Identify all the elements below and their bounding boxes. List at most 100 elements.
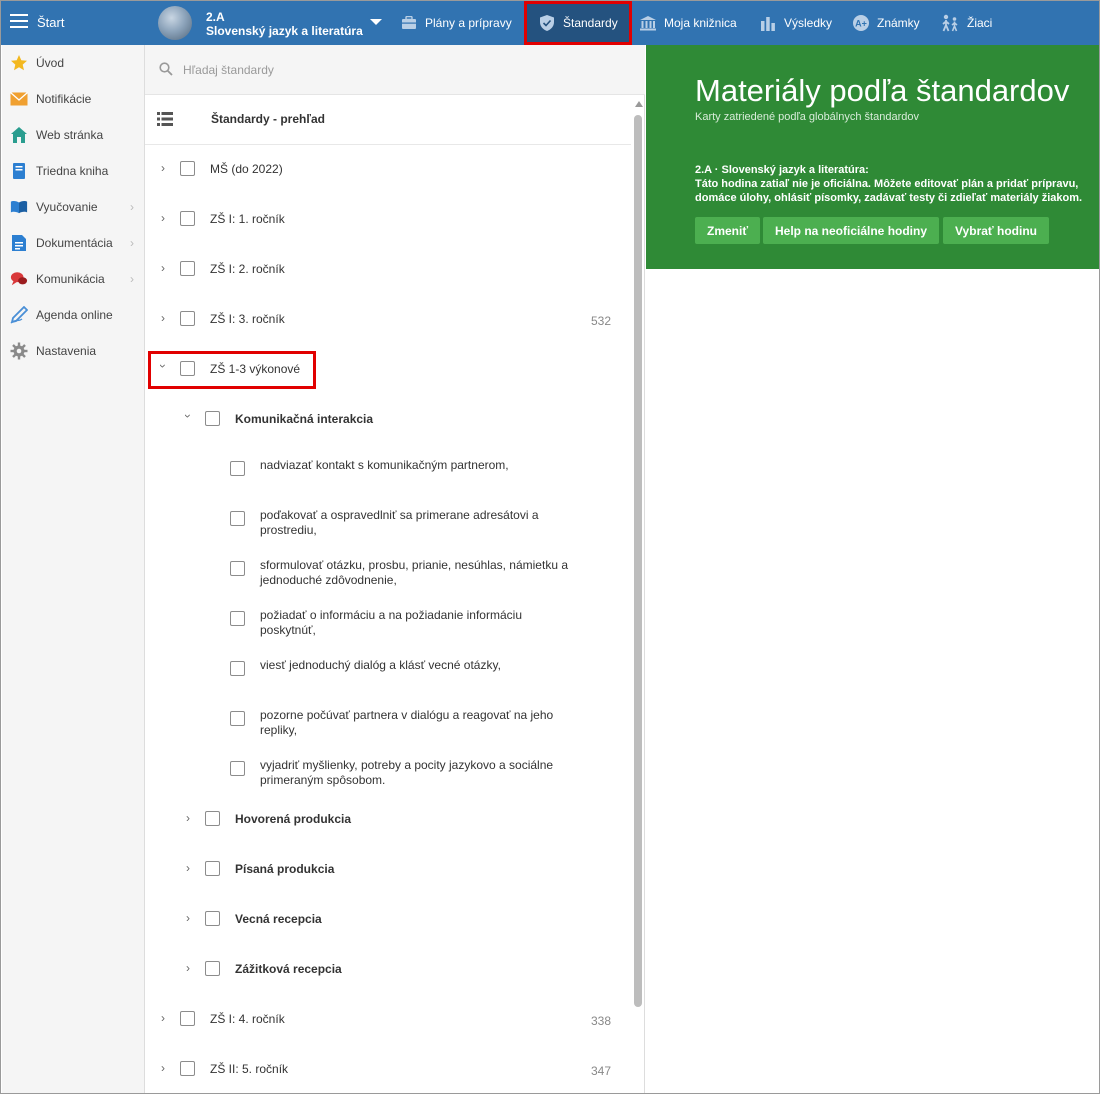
chevron-right-icon: ›: [130, 236, 134, 250]
chevron-right-icon[interactable]: ›: [158, 161, 168, 175]
sidebar-item-notifications[interactable]: Notifikácie: [2, 84, 145, 114]
overview-label: Štandardy - prehľad: [211, 112, 325, 126]
tree-leaf-item[interactable]: vyjadriť myšlienky, potreby a pocity jaz…: [145, 749, 631, 795]
highlight-frame: [148, 351, 316, 389]
sidebar-item-label: Vyučovanie: [36, 200, 98, 214]
tree-checkbox[interactable]: [230, 611, 245, 626]
tree-checkbox[interactable]: [205, 861, 220, 876]
item-count: 532: [591, 314, 612, 328]
sidebar-item-settings[interactable]: Nastavenia: [2, 336, 145, 366]
tree-checkbox[interactable]: [180, 261, 195, 276]
start-link[interactable]: Štart: [37, 15, 64, 30]
tree-leaf-item[interactable]: nadviazať kontakt s komunikačným partner…: [145, 449, 631, 495]
tree-item-zs2-5[interactable]: › ZŠ II: 5. ročník 347: [145, 1053, 631, 1087]
nav-grades[interactable]: A+ Známky: [852, 1, 920, 45]
nav-students[interactable]: Žiaci: [940, 1, 992, 45]
sidebar-item-documentation[interactable]: Dokumentácia ›: [2, 228, 145, 258]
tree-checkbox[interactable]: [230, 661, 245, 676]
scrollbar[interactable]: [632, 95, 644, 1093]
nav-library[interactable]: Moja knižnica: [639, 1, 737, 45]
tree-checkbox[interactable]: [230, 511, 245, 526]
chevron-right-icon[interactable]: ›: [183, 911, 193, 925]
search-input[interactable]: [183, 59, 583, 81]
tree-item-label: ZŠ I: 1. ročník: [210, 212, 285, 226]
nav-plans[interactable]: Plány a prípravy: [400, 1, 512, 45]
tree-item-zs1-2[interactable]: › ZŠ I: 2. ročník: [145, 253, 631, 287]
sidebar-item-communication[interactable]: Komunikácia ›: [2, 264, 145, 294]
tree-item-zs1-3[interactable]: › ZŠ I: 3. ročník 532: [145, 303, 631, 337]
tree-item-zs1-1[interactable]: › ZŠ I: 1. ročník: [145, 203, 631, 237]
envelope-icon: [10, 90, 28, 108]
chevron-right-icon[interactable]: ›: [158, 261, 168, 275]
standards-overview-row[interactable]: Štandardy - prehľad: [145, 95, 631, 145]
home-icon: [10, 126, 28, 144]
tree-item-label: MŠ (do 2022): [210, 162, 283, 176]
tree-checkbox[interactable]: [230, 761, 245, 776]
tree-checkbox[interactable]: [205, 811, 220, 826]
book-icon: [10, 162, 28, 180]
tree-item-written-production[interactable]: › Písaná produkcia: [145, 853, 631, 887]
tree-item-factual-reception[interactable]: › Vecná recepcia: [145, 903, 631, 937]
top-navigation-bar: Štart 2.A Slovenský jazyk a literatúra P…: [1, 1, 1099, 45]
sidebar-item-website[interactable]: Web stránka: [2, 120, 145, 150]
sidebar-item-intro[interactable]: Úvod: [2, 48, 145, 78]
scrollbar-thumb[interactable]: [634, 115, 642, 1007]
tree-checkbox[interactable]: [180, 311, 195, 326]
chevron-right-icon[interactable]: ›: [183, 961, 193, 975]
tree-checkbox[interactable]: [180, 161, 195, 176]
tree-checkbox[interactable]: [205, 961, 220, 976]
chevron-down-icon[interactable]: [370, 19, 382, 25]
tree-item-spoken-production[interactable]: › Hovorená produkcia: [145, 803, 631, 837]
tree-item-communication-interaction[interactable]: › Komunikačná interakcia: [145, 403, 631, 437]
class-name[interactable]: 2.A: [206, 11, 225, 24]
tree-checkbox[interactable]: [180, 211, 195, 226]
select-lesson-button[interactable]: Vybrať hodinu: [943, 217, 1049, 244]
tree-item-label: ZŠ I: 2. ročník: [210, 262, 285, 276]
nav-results-label: Výsledky: [784, 16, 833, 30]
chevron-right-icon[interactable]: ›: [158, 1061, 168, 1075]
nav-standards[interactable]: Štandardy: [524, 1, 632, 45]
change-button[interactable]: Zmeniť: [695, 217, 761, 244]
tree-checkbox[interactable]: [180, 1061, 195, 1076]
tree-leaf-item[interactable]: viesť jednoduchý dialóg a klásť vecné ot…: [145, 649, 631, 695]
tree-checkbox[interactable]: [230, 561, 245, 576]
chevron-right-icon[interactable]: ›: [158, 311, 168, 325]
sidebar-item-class-book[interactable]: Triedna kniha: [2, 156, 145, 186]
nav-library-label: Moja knižnica: [664, 16, 737, 30]
chevron-down-icon[interactable]: ›: [181, 411, 195, 421]
tree-checkbox[interactable]: [230, 461, 245, 476]
chevron-right-icon: ›: [130, 200, 134, 214]
tree-checkbox[interactable]: [205, 411, 220, 426]
tree-leaf-item[interactable]: pozorne počúvať partnera v dialógu a rea…: [145, 699, 631, 745]
tree-item-label: nadviazať kontakt s komunikačným partner…: [260, 458, 509, 472]
tree-item-experiential-reception[interactable]: › Zážitková recepcia: [145, 953, 631, 987]
sidebar-item-label: Web stránka: [36, 128, 104, 142]
sidebar-item-label: Notifikácie: [36, 92, 92, 106]
tree-checkbox[interactable]: [205, 911, 220, 926]
nav-results[interactable]: Výsledky: [759, 1, 832, 45]
tree-item-label: požiadať o informáciu a na požiadanie in…: [260, 608, 522, 637]
sidebar-item-label: Dokumentácia: [36, 236, 113, 250]
help-unofficial-button[interactable]: Help na neoficiálne hodiny: [763, 217, 940, 244]
bar-chart-icon: [759, 14, 777, 32]
scroll-up-icon[interactable]: [635, 101, 643, 107]
tree-leaf-item[interactable]: požiadať o informáciu a na požiadanie in…: [145, 599, 631, 645]
sidebar-item-agenda-online[interactable]: Agenda online: [2, 300, 145, 330]
menu-icon[interactable]: [10, 14, 28, 30]
class-subject[interactable]: Slovenský jazyk a literatúra: [206, 25, 363, 38]
briefcase-icon: [400, 14, 418, 32]
tree-item-ms[interactable]: › MŠ (do 2022): [145, 153, 631, 187]
tree-leaf-item[interactable]: sformulovať otázku, prosbu, prianie, nes…: [145, 549, 631, 595]
chevron-right-icon[interactable]: ›: [183, 811, 193, 825]
class-avatar[interactable]: [158, 6, 192, 40]
tree-checkbox[interactable]: [230, 711, 245, 726]
sidebar-item-teaching[interactable]: Vyučovanie ›: [2, 192, 145, 222]
tree-item-label: Komunikačná interakcia: [235, 412, 374, 426]
tree-checkbox[interactable]: [180, 1011, 195, 1026]
chevron-right-icon[interactable]: ›: [158, 1011, 168, 1025]
chevron-right-icon[interactable]: ›: [183, 861, 193, 875]
chevron-right-icon[interactable]: ›: [158, 211, 168, 225]
tree-item-zs1-4[interactable]: › ZŠ I: 4. ročník 338: [145, 1003, 631, 1037]
tree-leaf-item[interactable]: poďakovať a ospravedlniť sa primerane ad…: [145, 499, 631, 545]
sidebar-item-label: Agenda online: [36, 308, 113, 322]
